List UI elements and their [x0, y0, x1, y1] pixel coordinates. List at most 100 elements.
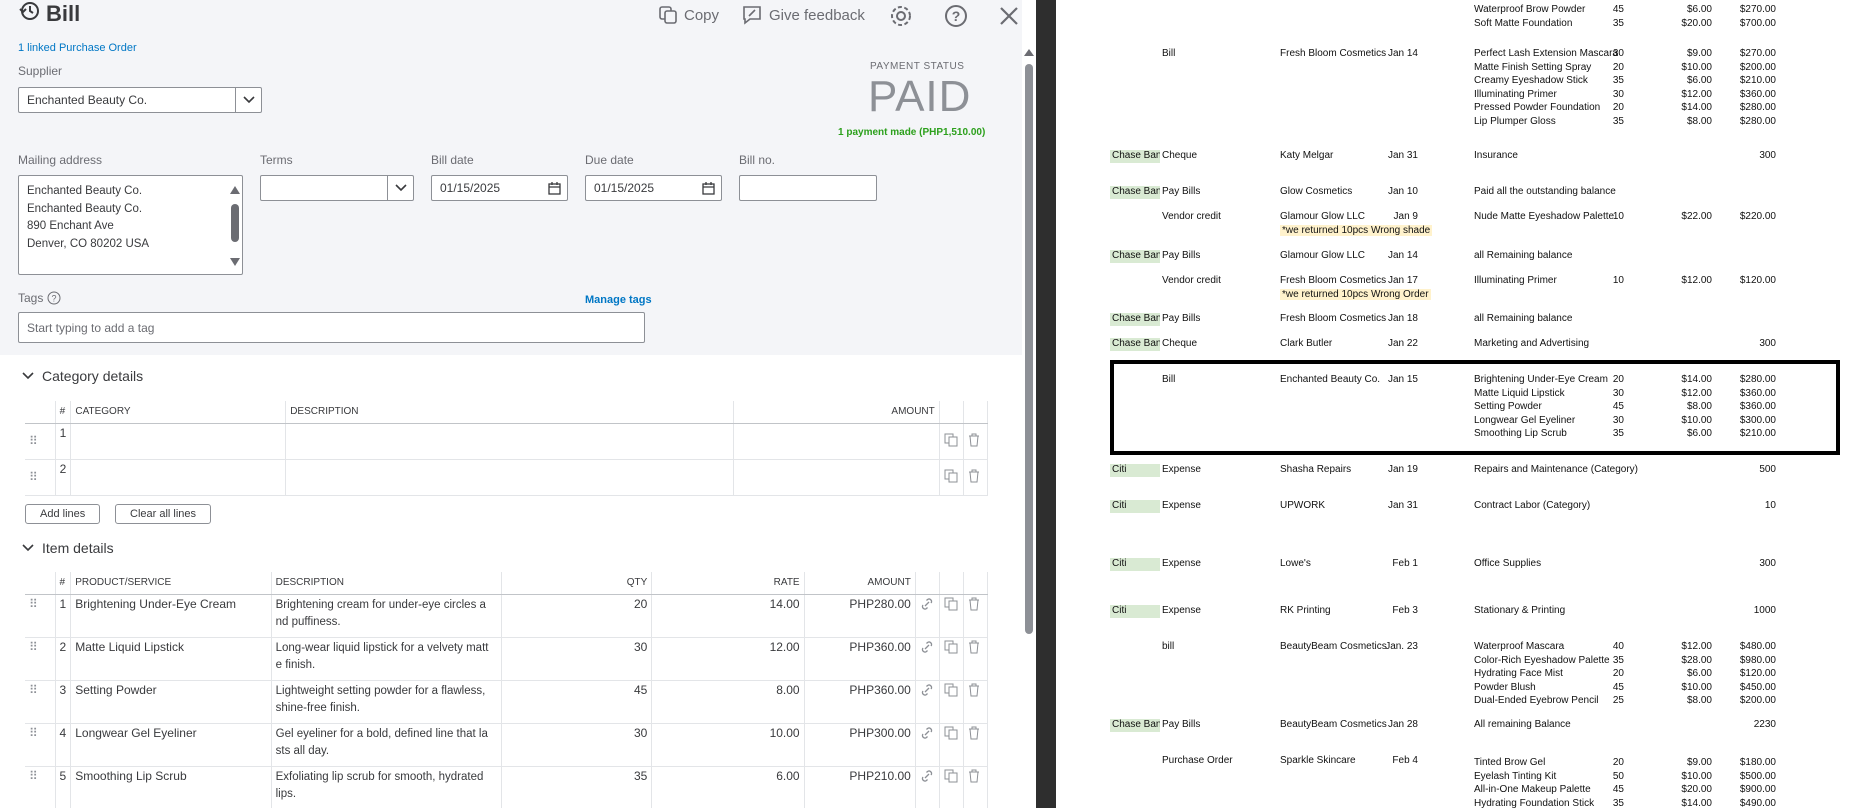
drag-handle-icon[interactable]: ⠿ [25, 766, 56, 808]
link-icon[interactable] [915, 680, 940, 724]
drag-handle-icon[interactable]: ⠿ [25, 423, 56, 460]
table-row[interactable]: ⠿ 2 [25, 459, 989, 496]
copy-line-icon[interactable] [939, 594, 964, 638]
product-cell[interactable]: Setting Powder [70, 680, 272, 724]
calendar-icon[interactable] [702, 182, 715, 198]
sheet-amount: 2230 [1753, 719, 1776, 730]
qty-cell[interactable]: 45 [501, 680, 653, 724]
table-row[interactable]: ⠿ 1 Brightening Under-Eye Cream Brightening… [25, 594, 989, 638]
rate-cell[interactable]: 10.00 [651, 723, 805, 767]
delete-line-icon[interactable] [963, 723, 989, 767]
calendar-icon[interactable] [548, 182, 561, 198]
copy-line-icon[interactable] [939, 423, 964, 460]
copy-line-icon[interactable] [939, 723, 964, 767]
delete-line-icon[interactable] [963, 680, 989, 724]
qty-cell[interactable]: 30 [501, 723, 653, 767]
drag-handle-icon[interactable]: ⠿ [25, 594, 56, 638]
close-icon[interactable] [996, 3, 1022, 29]
copy-button[interactable]: Copy [658, 5, 719, 25]
clear-all-lines-button[interactable]: Clear all lines [115, 504, 212, 524]
amount-cell[interactable]: PHP360.00 [804, 680, 916, 724]
description-cell[interactable]: Gel eyeliner for a bold, defined line th… [271, 723, 503, 767]
description-cell[interactable]: Lightweight setting powder for a flawles… [271, 680, 503, 724]
rate-cell[interactable]: 12.00 [651, 637, 805, 681]
rate-cell[interactable]: 6.00 [651, 766, 805, 808]
help-icon[interactable]: ? [943, 3, 969, 29]
terms-dropdown[interactable] [260, 175, 414, 201]
linked-purchase-order-link[interactable]: 1 linked Purchase Order [18, 42, 137, 54]
drag-handle-icon[interactable]: ⠿ [25, 459, 56, 496]
row-number: 4 [55, 723, 72, 767]
chevron-down-icon[interactable] [235, 88, 261, 112]
amount-cell[interactable]: PHP280.00 [804, 594, 916, 638]
supplier-dropdown[interactable]: Enchanted Beauty Co. [18, 87, 262, 113]
due-date-input[interactable]: 01/15/2025 [585, 175, 722, 201]
table-row[interactable]: ⠿ 3 Setting Powder Lightweight setting powd… [25, 680, 989, 724]
sheet-vendor: Shasha Repairs [1280, 464, 1352, 475]
description-line: sts all day. [275, 744, 330, 757]
description-cell[interactable]: Exfoliating lip scrub for smooth, hydrat… [271, 766, 503, 808]
amount-cell[interactable] [733, 423, 940, 460]
table-row[interactable]: ⠿ 2 Matte Liquid Lipstick Long-wear liquid … [25, 637, 989, 681]
rate-cell[interactable]: 8.00 [651, 680, 805, 724]
category-cell[interactable] [70, 459, 287, 496]
amount-cell[interactable]: PHP300.00 [804, 723, 916, 767]
amount-cell[interactable]: PHP360.00 [804, 637, 916, 681]
category-details-header[interactable]: Category details [22, 368, 143, 384]
settings-gear-icon[interactable] [888, 3, 914, 29]
delete-line-icon[interactable] [963, 594, 989, 638]
copy-line-icon[interactable] [939, 637, 964, 681]
qty-cell[interactable]: 35 [501, 766, 653, 808]
drag-handle-icon[interactable]: ⠿ [25, 680, 56, 724]
add-lines-button[interactable]: Add lines [25, 504, 101, 524]
qty-cell[interactable]: 20 [501, 594, 653, 638]
description-cell[interactable] [285, 423, 734, 460]
bill-date-input[interactable]: 01/15/2025 [431, 175, 568, 201]
copy-line-icon[interactable] [939, 766, 964, 808]
link-icon[interactable] [915, 723, 940, 767]
delete-line-icon[interactable] [963, 637, 989, 681]
sheet-amount: 1000 [1753, 605, 1776, 616]
description-cell[interactable] [285, 459, 734, 496]
mailing-line: 890 Enchant Ave [27, 220, 114, 232]
tags-input[interactable]: Start typing to add a tag [18, 312, 645, 343]
delete-line-icon[interactable] [963, 766, 989, 808]
mailing-address-textarea[interactable]: Enchanted Beauty Co. Enchanted Beauty Co… [18, 175, 243, 275]
link-icon[interactable] [915, 594, 940, 638]
table-row[interactable]: ⠿ 1 [25, 423, 989, 460]
table-row[interactable]: ⠿ 5 Smoothing Lip Scrub Exfoliating lip scr… [25, 766, 989, 808]
give-feedback-button[interactable]: Give feedback [741, 4, 865, 26]
item-details-header[interactable]: Item details [22, 540, 114, 556]
drag-handle-icon[interactable]: ⠿ [25, 723, 56, 767]
chevron-down-icon[interactable] [387, 176, 413, 200]
link-icon[interactable] [915, 637, 940, 681]
sheet-type: Cheque [1162, 150, 1198, 161]
product-cell[interactable]: Matte Liquid Lipstick [70, 637, 272, 681]
copy-line-icon[interactable] [939, 459, 964, 496]
link-icon[interactable] [915, 766, 940, 808]
history-icon[interactable] [18, 0, 40, 28]
product-cell[interactable]: Longwear Gel Eyeliner [70, 723, 272, 767]
description-cell[interactable]: Long-wear liquid lipstick for a velvety … [271, 637, 503, 681]
address-scrollbar[interactable] [230, 184, 240, 268]
panel-scrollbar[interactable] [1022, 42, 1036, 808]
amount-cell[interactable] [733, 459, 940, 496]
description-cell[interactable]: Brightening cream for under-eye circles … [271, 594, 503, 638]
category-cell[interactable] [70, 423, 287, 460]
amount-cell[interactable]: PHP210.00 [804, 766, 916, 808]
copy-line-icon[interactable] [939, 680, 964, 724]
delete-line-icon[interactable] [963, 423, 989, 460]
scroll-thumb[interactable] [1025, 64, 1033, 634]
info-icon[interactable]: ? [47, 291, 61, 305]
rate-cell[interactable]: 14.00 [651, 594, 805, 638]
scroll-up-icon[interactable] [1022, 46, 1036, 60]
product-cell[interactable]: Smoothing Lip Scrub [70, 766, 272, 808]
product-cell[interactable]: Brightening Under-Eye Cream [70, 594, 272, 638]
payment-made-link[interactable]: 1 payment made (PHP1,510.00) [838, 127, 985, 138]
qty-cell[interactable]: 30 [501, 637, 653, 681]
bill-no-input[interactable] [739, 175, 877, 201]
table-row[interactable]: ⠿ 4 Longwear Gel Eyeliner Gel eyeliner for … [25, 723, 989, 767]
delete-line-icon[interactable] [963, 459, 989, 496]
drag-handle-icon[interactable]: ⠿ [25, 637, 56, 681]
manage-tags-link[interactable]: Manage tags [585, 294, 652, 306]
